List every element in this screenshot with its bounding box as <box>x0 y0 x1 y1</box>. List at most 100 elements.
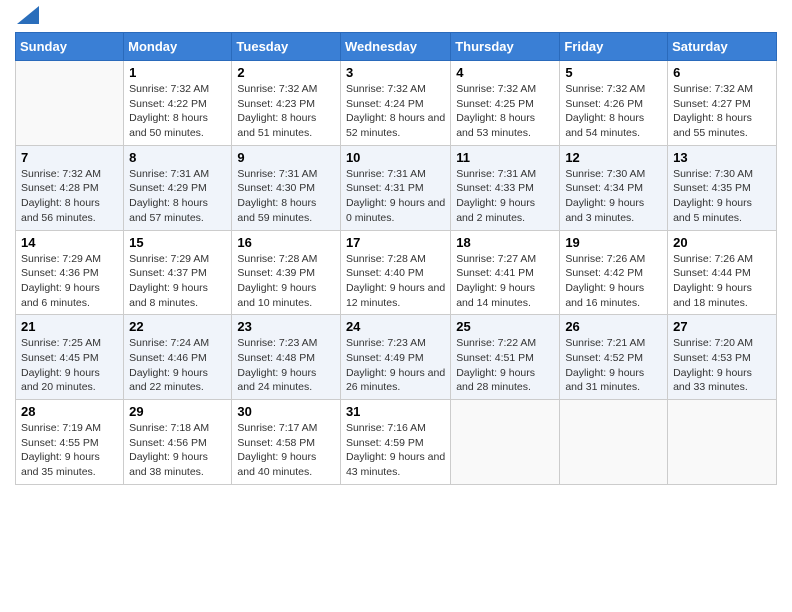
day-number: 4 <box>456 65 554 80</box>
day-cell: 20 Sunrise: 7:26 AMSunset: 4:44 PMDaylig… <box>668 230 777 315</box>
day-cell <box>451 400 560 485</box>
day-info: Sunrise: 7:30 AMSunset: 4:35 PMDaylight:… <box>673 168 753 224</box>
day-number: 24 <box>346 319 445 334</box>
day-info: Sunrise: 7:19 AMSunset: 4:55 PMDaylight:… <box>21 422 101 478</box>
day-info: Sunrise: 7:31 AMSunset: 4:29 PMDaylight:… <box>129 168 209 224</box>
day-cell: 7 Sunrise: 7:32 AMSunset: 4:28 PMDayligh… <box>16 145 124 230</box>
day-cell: 27 Sunrise: 7:20 AMSunset: 4:53 PMDaylig… <box>668 315 777 400</box>
col-header-tuesday: Tuesday <box>232 33 341 61</box>
day-number: 22 <box>129 319 226 334</box>
day-number: 23 <box>237 319 335 334</box>
day-cell: 4 Sunrise: 7:32 AMSunset: 4:25 PMDayligh… <box>451 61 560 146</box>
header-row: SundayMondayTuesdayWednesdayThursdayFrid… <box>16 33 777 61</box>
day-cell <box>668 400 777 485</box>
day-info: Sunrise: 7:24 AMSunset: 4:46 PMDaylight:… <box>129 337 209 393</box>
day-number: 21 <box>21 319 118 334</box>
day-number: 9 <box>237 150 335 165</box>
day-number: 11 <box>456 150 554 165</box>
day-cell: 26 Sunrise: 7:21 AMSunset: 4:52 PMDaylig… <box>560 315 668 400</box>
day-info: Sunrise: 7:28 AMSunset: 4:39 PMDaylight:… <box>237 253 317 309</box>
col-header-wednesday: Wednesday <box>340 33 450 61</box>
week-row-2: 7 Sunrise: 7:32 AMSunset: 4:28 PMDayligh… <box>16 145 777 230</box>
day-cell: 5 Sunrise: 7:32 AMSunset: 4:26 PMDayligh… <box>560 61 668 146</box>
day-info: Sunrise: 7:17 AMSunset: 4:58 PMDaylight:… <box>237 422 317 478</box>
day-info: Sunrise: 7:32 AMSunset: 4:23 PMDaylight:… <box>237 83 317 139</box>
col-header-sunday: Sunday <box>16 33 124 61</box>
week-row-4: 21 Sunrise: 7:25 AMSunset: 4:45 PMDaylig… <box>16 315 777 400</box>
day-info: Sunrise: 7:25 AMSunset: 4:45 PMDaylight:… <box>21 337 101 393</box>
day-info: Sunrise: 7:28 AMSunset: 4:40 PMDaylight:… <box>346 253 445 309</box>
day-number: 29 <box>129 404 226 419</box>
page-header <box>15 10 777 24</box>
day-number: 28 <box>21 404 118 419</box>
col-header-monday: Monday <box>124 33 232 61</box>
day-info: Sunrise: 7:30 AMSunset: 4:34 PMDaylight:… <box>565 168 645 224</box>
day-info: Sunrise: 7:29 AMSunset: 4:37 PMDaylight:… <box>129 253 209 309</box>
day-number: 6 <box>673 65 771 80</box>
day-number: 5 <box>565 65 662 80</box>
col-header-friday: Friday <box>560 33 668 61</box>
day-info: Sunrise: 7:32 AMSunset: 4:27 PMDaylight:… <box>673 83 753 139</box>
day-info: Sunrise: 7:27 AMSunset: 4:41 PMDaylight:… <box>456 253 536 309</box>
day-number: 20 <box>673 235 771 250</box>
day-cell: 15 Sunrise: 7:29 AMSunset: 4:37 PMDaylig… <box>124 230 232 315</box>
day-info: Sunrise: 7:31 AMSunset: 4:30 PMDaylight:… <box>237 168 317 224</box>
day-cell: 14 Sunrise: 7:29 AMSunset: 4:36 PMDaylig… <box>16 230 124 315</box>
day-cell: 23 Sunrise: 7:23 AMSunset: 4:48 PMDaylig… <box>232 315 341 400</box>
day-number: 15 <box>129 235 226 250</box>
day-cell: 6 Sunrise: 7:32 AMSunset: 4:27 PMDayligh… <box>668 61 777 146</box>
day-cell: 22 Sunrise: 7:24 AMSunset: 4:46 PMDaylig… <box>124 315 232 400</box>
day-number: 7 <box>21 150 118 165</box>
day-cell: 1 Sunrise: 7:32 AMSunset: 4:22 PMDayligh… <box>124 61 232 146</box>
day-number: 16 <box>237 235 335 250</box>
week-row-1: 1 Sunrise: 7:32 AMSunset: 4:22 PMDayligh… <box>16 61 777 146</box>
day-cell: 3 Sunrise: 7:32 AMSunset: 4:24 PMDayligh… <box>340 61 450 146</box>
day-number: 17 <box>346 235 445 250</box>
day-cell: 2 Sunrise: 7:32 AMSunset: 4:23 PMDayligh… <box>232 61 341 146</box>
day-number: 30 <box>237 404 335 419</box>
day-info: Sunrise: 7:31 AMSunset: 4:31 PMDaylight:… <box>346 168 445 224</box>
logo-icon <box>17 6 39 24</box>
day-cell: 28 Sunrise: 7:19 AMSunset: 4:55 PMDaylig… <box>16 400 124 485</box>
day-info: Sunrise: 7:32 AMSunset: 4:26 PMDaylight:… <box>565 83 645 139</box>
day-number: 26 <box>565 319 662 334</box>
day-cell: 21 Sunrise: 7:25 AMSunset: 4:45 PMDaylig… <box>16 315 124 400</box>
day-cell: 31 Sunrise: 7:16 AMSunset: 4:59 PMDaylig… <box>340 400 450 485</box>
day-number: 10 <box>346 150 445 165</box>
day-info: Sunrise: 7:21 AMSunset: 4:52 PMDaylight:… <box>565 337 645 393</box>
day-cell: 24 Sunrise: 7:23 AMSunset: 4:49 PMDaylig… <box>340 315 450 400</box>
week-row-3: 14 Sunrise: 7:29 AMSunset: 4:36 PMDaylig… <box>16 230 777 315</box>
day-number: 12 <box>565 150 662 165</box>
day-info: Sunrise: 7:22 AMSunset: 4:51 PMDaylight:… <box>456 337 536 393</box>
day-cell: 17 Sunrise: 7:28 AMSunset: 4:40 PMDaylig… <box>340 230 450 315</box>
day-cell: 9 Sunrise: 7:31 AMSunset: 4:30 PMDayligh… <box>232 145 341 230</box>
day-info: Sunrise: 7:23 AMSunset: 4:49 PMDaylight:… <box>346 337 445 393</box>
day-number: 31 <box>346 404 445 419</box>
day-number: 2 <box>237 65 335 80</box>
day-info: Sunrise: 7:32 AMSunset: 4:28 PMDaylight:… <box>21 168 101 224</box>
day-number: 19 <box>565 235 662 250</box>
day-cell: 25 Sunrise: 7:22 AMSunset: 4:51 PMDaylig… <box>451 315 560 400</box>
day-cell: 29 Sunrise: 7:18 AMSunset: 4:56 PMDaylig… <box>124 400 232 485</box>
day-info: Sunrise: 7:32 AMSunset: 4:25 PMDaylight:… <box>456 83 536 139</box>
day-number: 13 <box>673 150 771 165</box>
week-row-5: 28 Sunrise: 7:19 AMSunset: 4:55 PMDaylig… <box>16 400 777 485</box>
day-info: Sunrise: 7:26 AMSunset: 4:42 PMDaylight:… <box>565 253 645 309</box>
day-cell <box>560 400 668 485</box>
logo <box>15 10 39 24</box>
day-info: Sunrise: 7:23 AMSunset: 4:48 PMDaylight:… <box>237 337 317 393</box>
day-cell: 13 Sunrise: 7:30 AMSunset: 4:35 PMDaylig… <box>668 145 777 230</box>
day-number: 25 <box>456 319 554 334</box>
day-cell: 16 Sunrise: 7:28 AMSunset: 4:39 PMDaylig… <box>232 230 341 315</box>
day-number: 27 <box>673 319 771 334</box>
day-number: 14 <box>21 235 118 250</box>
day-cell: 12 Sunrise: 7:30 AMSunset: 4:34 PMDaylig… <box>560 145 668 230</box>
day-info: Sunrise: 7:32 AMSunset: 4:22 PMDaylight:… <box>129 83 209 139</box>
day-info: Sunrise: 7:32 AMSunset: 4:24 PMDaylight:… <box>346 83 445 139</box>
day-info: Sunrise: 7:20 AMSunset: 4:53 PMDaylight:… <box>673 337 753 393</box>
day-cell: 30 Sunrise: 7:17 AMSunset: 4:58 PMDaylig… <box>232 400 341 485</box>
day-number: 3 <box>346 65 445 80</box>
day-number: 8 <box>129 150 226 165</box>
calendar-table: SundayMondayTuesdayWednesdayThursdayFrid… <box>15 32 777 485</box>
day-cell: 10 Sunrise: 7:31 AMSunset: 4:31 PMDaylig… <box>340 145 450 230</box>
